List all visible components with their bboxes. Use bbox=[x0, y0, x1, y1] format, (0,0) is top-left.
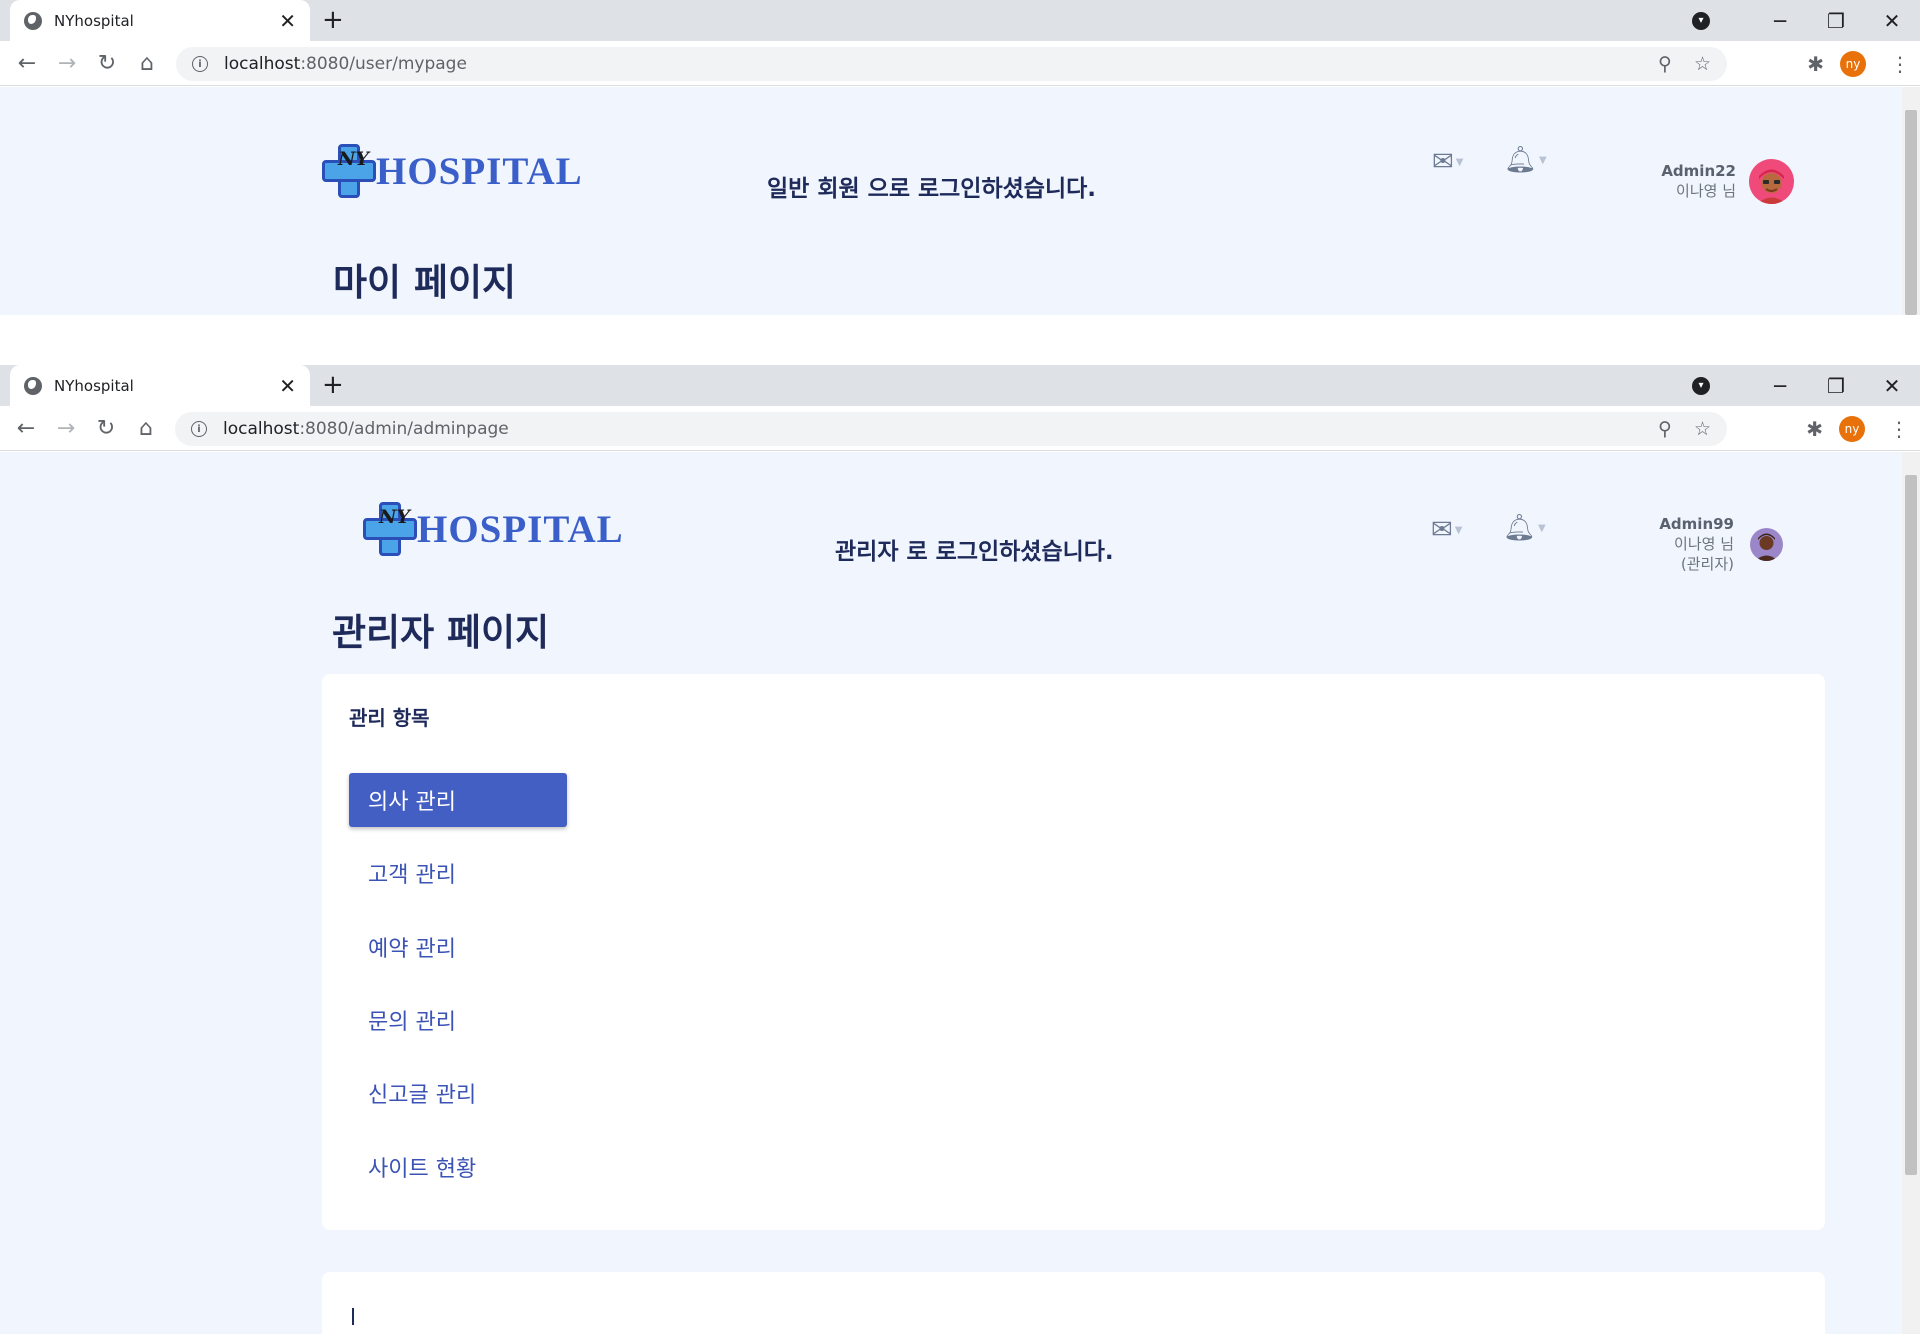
mail-icon[interactable]: ✉ ▼ bbox=[1431, 515, 1463, 545]
zoom-icon[interactable]: ⚲ bbox=[1658, 53, 1672, 75]
site-logo[interactable]: NY HOSPITAL bbox=[320, 142, 583, 200]
menu-item-inquiry-management[interactable]: 문의 관리 bbox=[349, 993, 567, 1047]
user-display-name: 이나영 님 bbox=[1676, 182, 1736, 200]
star-icon[interactable]: ☆ bbox=[1694, 53, 1711, 75]
logo-text: HOSPITAL bbox=[376, 149, 583, 193]
cross-logo-icon: NY bbox=[361, 500, 419, 558]
avatar[interactable] bbox=[1750, 528, 1783, 561]
username: Admin22 bbox=[1661, 162, 1736, 180]
forward-icon[interactable]: → bbox=[46, 416, 86, 441]
star-icon[interactable]: ☆ bbox=[1694, 418, 1711, 440]
kebab-menu-icon[interactable]: ⋮ bbox=[1890, 52, 1910, 76]
login-status-message: 일반 회원 으로 로그인하셨습니다. bbox=[767, 176, 1096, 202]
restore-icon[interactable]: ❐ bbox=[1808, 374, 1864, 398]
globe-icon bbox=[24, 11, 42, 30]
panel-title: 관리 항목 bbox=[349, 706, 430, 730]
window-close-icon[interactable]: ✕ bbox=[1864, 374, 1920, 398]
extensions-icon[interactable]: ✱ bbox=[1807, 52, 1824, 76]
avatar[interactable] bbox=[1749, 159, 1794, 204]
window-controls: ▾ ─ ❐ ✕ bbox=[1692, 365, 1920, 406]
address-bar[interactable]: i localhost:8080/admin/adminpage ⚲ ☆ bbox=[175, 412, 1727, 446]
plus-icon[interactable]: + bbox=[322, 370, 344, 400]
browser-tab[interactable]: NYhospital ✕ bbox=[10, 0, 310, 41]
extensions-icon[interactable]: ✱ bbox=[1806, 417, 1823, 441]
scrollbar-thumb[interactable] bbox=[1905, 110, 1917, 315]
user-role: (관리자) bbox=[1680, 555, 1734, 573]
info-icon[interactable]: i bbox=[192, 56, 208, 72]
management-panel: 관리 항목 의사 관리 고객 관리 예약 관리 문의 관리 신고글 관리 사이트… bbox=[322, 674, 1825, 1230]
scrollbar[interactable] bbox=[1902, 87, 1920, 315]
tab-search-icon[interactable]: ▾ bbox=[1692, 11, 1710, 30]
user-info[interactable]: Admin22 이나영 님 bbox=[1661, 161, 1736, 201]
logo-text: HOSPITAL bbox=[417, 507, 624, 551]
menu-item-customer-management[interactable]: 고객 관리 bbox=[349, 846, 567, 900]
site-logo[interactable]: NY HOSPITAL bbox=[361, 500, 624, 558]
browser-toolbar: ← → ↻ ⌂ i localhost:8080/user/mypage ⚲ ☆… bbox=[0, 41, 1920, 86]
back-icon[interactable]: ← bbox=[7, 51, 47, 76]
menu-item-doctor-management[interactable]: 의사 관리 bbox=[349, 773, 567, 827]
close-icon[interactable]: ✕ bbox=[279, 9, 296, 33]
mail-icon[interactable]: ✉ ▼ bbox=[1432, 147, 1464, 177]
scrollbar-thumb[interactable] bbox=[1905, 475, 1917, 1175]
bell-icon[interactable]: 🔔︎ ▼ bbox=[1503, 513, 1546, 543]
page-title: 마이 페이지 bbox=[333, 261, 517, 304]
profile-avatar[interactable]: ny bbox=[1840, 50, 1866, 77]
reload-icon[interactable]: ↻ bbox=[87, 51, 127, 76]
tab-title: NYhospital bbox=[54, 11, 134, 30]
scrollbar[interactable] bbox=[1902, 452, 1920, 1334]
home-icon[interactable]: ⌂ bbox=[127, 51, 167, 76]
globe-icon bbox=[24, 376, 42, 395]
url-text[interactable]: localhost:8080/admin/adminpage bbox=[223, 419, 1636, 439]
close-icon[interactable]: ✕ bbox=[279, 374, 296, 398]
browser-tab[interactable]: NYhospital ✕ bbox=[10, 365, 310, 406]
forward-icon[interactable]: → bbox=[47, 51, 87, 76]
plus-icon[interactable]: + bbox=[322, 5, 344, 35]
window-controls: ▾ ─ ❐ ✕ bbox=[1692, 0, 1920, 41]
browser-toolbar: ← → ↻ ⌂ i localhost:8080/admin/adminpage… bbox=[0, 406, 1920, 451]
tab-title: NYhospital bbox=[54, 376, 134, 395]
user-info[interactable]: Admin99 이나영 님 (관리자) bbox=[1659, 514, 1734, 574]
user-display-name: 이나영 님 bbox=[1674, 535, 1734, 553]
url-text[interactable]: localhost:8080/user/mypage bbox=[224, 54, 1636, 74]
menu-item-report-management[interactable]: 신고글 관리 bbox=[349, 1066, 567, 1120]
minimize-icon[interactable]: ─ bbox=[1752, 9, 1808, 33]
tab-strip: NYhospital ✕ + ▾ ─ ❐ ✕ bbox=[0, 0, 1920, 41]
home-icon[interactable]: ⌂ bbox=[126, 416, 166, 441]
reload-icon[interactable]: ↻ bbox=[86, 416, 126, 441]
profile-avatar[interactable]: ny bbox=[1839, 415, 1865, 442]
page-mypage: NY HOSPITAL 일반 회원 으로 로그인하셨습니다. ✉ ▼ 🔔︎ ▼ Ad… bbox=[0, 87, 1920, 315]
browser-window-mypage: NYhospital ✕ + ▾ ─ ❐ ✕ ← → ↻ ⌂ i localho… bbox=[0, 0, 1920, 86]
cross-logo-icon: NY bbox=[320, 142, 378, 200]
window-close-icon[interactable]: ✕ bbox=[1864, 9, 1920, 33]
menu-item-reservation-management[interactable]: 예약 관리 bbox=[349, 920, 567, 974]
minimize-icon[interactable]: ─ bbox=[1752, 374, 1808, 398]
back-icon[interactable]: ← bbox=[6, 416, 46, 441]
content-panel bbox=[322, 1272, 1825, 1334]
restore-icon[interactable]: ❐ bbox=[1808, 9, 1864, 33]
address-bar[interactable]: i localhost:8080/user/mypage ⚲ ☆ bbox=[176, 47, 1727, 81]
tab-strip: NYhospital ✕ + ▾ ─ ❐ ✕ bbox=[0, 365, 1920, 406]
browser-window-adminpage: NYhospital ✕ + ▾ ─ ❐ ✕ ← → ↻ ⌂ i localho… bbox=[0, 365, 1920, 451]
username: Admin99 bbox=[1659, 515, 1734, 533]
bell-icon[interactable]: 🔔︎ ▼ bbox=[1504, 145, 1547, 175]
page-title: 관리자 페이지 bbox=[332, 611, 550, 654]
menu-item-site-status[interactable]: 사이트 현황 bbox=[349, 1140, 567, 1194]
page-adminpage: NY HOSPITAL 관리자 로 로그인하셨습니다. ✉ ▼ 🔔︎ ▼ Admin… bbox=[0, 452, 1920, 1334]
info-icon[interactable]: i bbox=[191, 421, 207, 437]
text-cursor bbox=[352, 1308, 354, 1325]
tab-search-icon[interactable]: ▾ bbox=[1692, 376, 1710, 395]
zoom-icon[interactable]: ⚲ bbox=[1658, 418, 1672, 440]
login-status-message: 관리자 로 로그인하셨습니다. bbox=[835, 539, 1114, 565]
kebab-menu-icon[interactable]: ⋮ bbox=[1889, 417, 1909, 441]
